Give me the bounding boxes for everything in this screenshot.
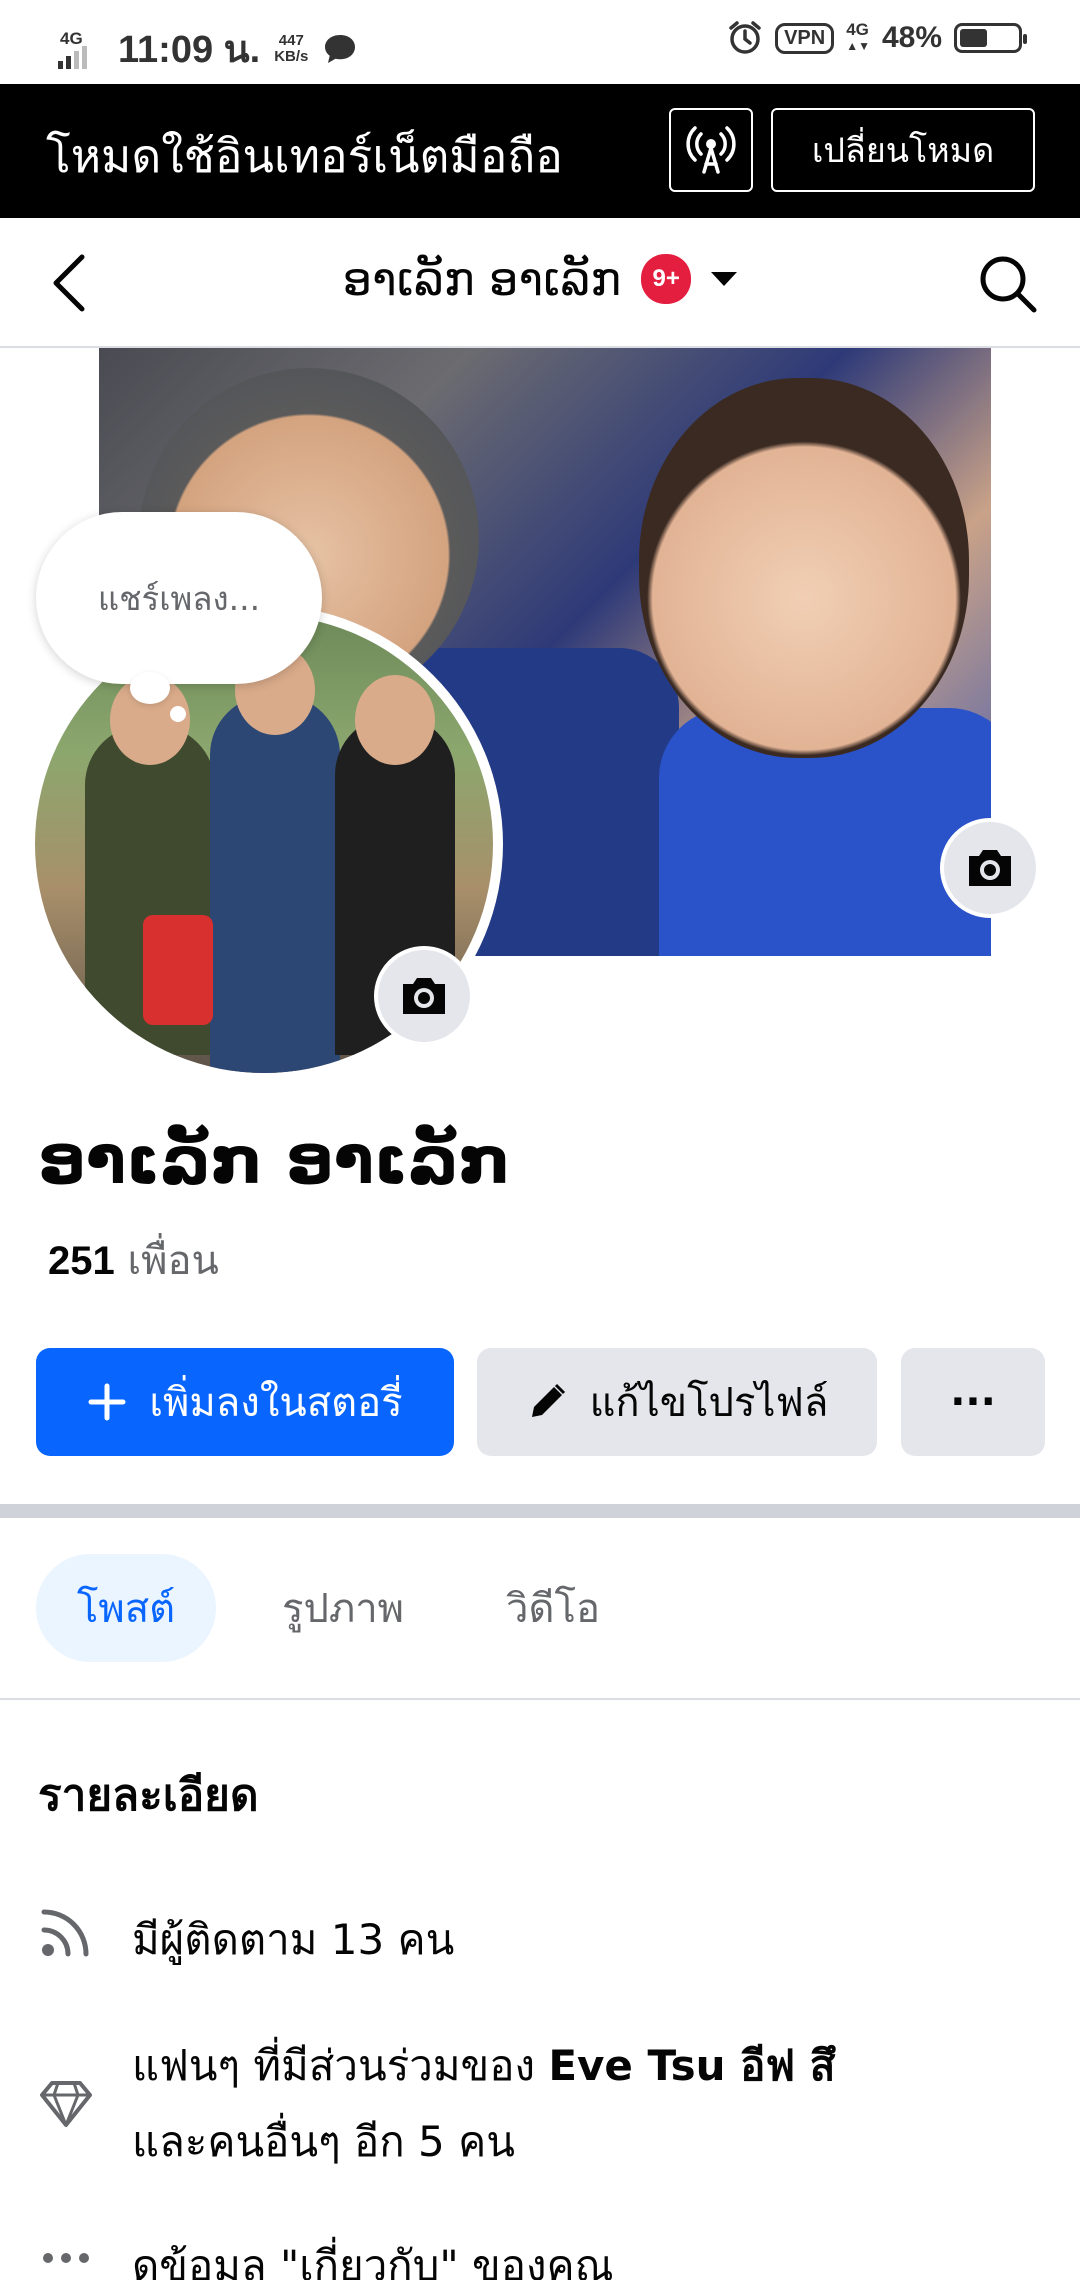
tab-photos[interactable]: รูปภาพ [250, 1554, 436, 1662]
friends-count-label: เพื่อน [127, 1238, 219, 1284]
top-fans-row[interactable]: แฟนๆ ที่มีส่วนร่วมของ Eve Tsu อีฟ สึ และ… [36, 2028, 1032, 2180]
tab-videos[interactable]: วิดีโอ [478, 1554, 628, 1662]
notification-badge: 9+ [641, 254, 692, 304]
details-heading: รายละเอียด [38, 1770, 259, 1821]
search-icon [980, 256, 1037, 313]
more-dots-icon [36, 2228, 96, 2280]
mobile-data-indicator: 4G ▲▼ [846, 20, 870, 53]
rss-feed-icon [36, 1902, 96, 1962]
tab-posts[interactable]: โพสต์ [36, 1554, 216, 1662]
about-row[interactable]: ดูข้อมูล "เกี่ยวกับ" ของคุณ [36, 2228, 1032, 2280]
nav-profile-name: ອາເລັກ ອາເລັກ [342, 252, 622, 306]
chat-bubble-icon [325, 34, 356, 63]
edit-profile-label: แก้ไขโปรไฟล์ [589, 1380, 829, 1426]
top-navigation: ອາເລັກ ອາເລັກ 9+ [0, 218, 1080, 348]
profile-tabs: โพสต์ รูปภาพ วิดีโอ [0, 1518, 1080, 1700]
broadcast-tower-icon [686, 126, 736, 174]
status-bar: 4G 11:09 น. 447 KB/s VPN 4G ▲▼ 48% [0, 0, 1080, 84]
followers-row[interactable]: มีผู้ติดตาม 13 คน [36, 1902, 1032, 1978]
net-speed: 447 KB/s [274, 31, 309, 65]
search-button[interactable] [976, 252, 1040, 316]
banner-title: โหมดใช้อินเทอร์เน็ตมือถือ [46, 129, 563, 183]
note-bubble-tail-small [170, 706, 186, 722]
switch-mode-button[interactable]: เปลี่ยนโหมด [771, 108, 1035, 192]
top-fans-text: แฟนๆ ที่มีส่วนร่วมของ Eve Tsu อีฟ สึ และ… [132, 2028, 1032, 2180]
add-to-story-label: เพิ่มลงในสตอรี่ [149, 1380, 403, 1426]
clock: 11:09 น. [118, 29, 261, 71]
signal-icon: 4G [58, 29, 104, 69]
edit-cover-button[interactable] [940, 818, 1040, 918]
diamond-icon [36, 2074, 96, 2134]
mobile-data-label: 4G [846, 20, 869, 39]
pencil-icon [531, 1383, 565, 1417]
caret-down-icon [711, 272, 738, 286]
more-options-icon: ··· [950, 1379, 996, 1425]
note-bubble[interactable]: แชร์เพลง... [36, 512, 322, 684]
camera-icon [969, 850, 1011, 886]
friends-count[interactable]: 251 เพื่อน [48, 1228, 219, 1292]
section-divider [0, 1504, 1080, 1518]
broadcast-button[interactable] [669, 108, 753, 192]
camera-icon [403, 978, 445, 1014]
battery-icon [954, 23, 1027, 53]
edit-profile-button[interactable]: แก้ไขโปรไฟล์ [477, 1348, 877, 1456]
battery-percent: 48% [881, 21, 942, 54]
note-bubble-tail [130, 672, 170, 704]
followers-text: มีผู้ติดตาม 13 คน [132, 1915, 455, 1964]
net-speed-unit: KB/s [274, 47, 309, 65]
vpn-indicator: VPN [775, 22, 835, 54]
profile-switcher[interactable]: ອາເລັກ ອາເລັກ 9+ [0, 252, 1080, 306]
top-fans-prefix: แฟนๆ ที่มีส่วนร่วมของ [132, 2041, 549, 2090]
add-to-story-button[interactable]: เพิ่มลงในสตอรี่ [36, 1348, 454, 1456]
plus-icon [88, 1383, 126, 1421]
top-fans-suffix: และคนอื่นๆ อีก 5 คน [132, 2117, 515, 2166]
net-speed-value: 447 [278, 31, 304, 49]
edit-profile-picture-button[interactable] [374, 946, 474, 1046]
friends-count-number: 251 [48, 1239, 115, 1283]
about-text: ดูข้อมูล "เกี่ยวกับ" ของคุณ [132, 2241, 614, 2280]
data-mode-banner: โหมดใช้อินเทอร์เน็ตมือถือ เปลี่ยนโหมด [0, 84, 1080, 218]
top-fan-name[interactable]: Eve Tsu อีฟ สึ [548, 2041, 835, 2090]
alarm-icon [729, 21, 761, 54]
more-options-button[interactable]: ··· [901, 1348, 1045, 1456]
profile-name: ອາເລັກ ອາເລັກ [38, 1122, 511, 1199]
